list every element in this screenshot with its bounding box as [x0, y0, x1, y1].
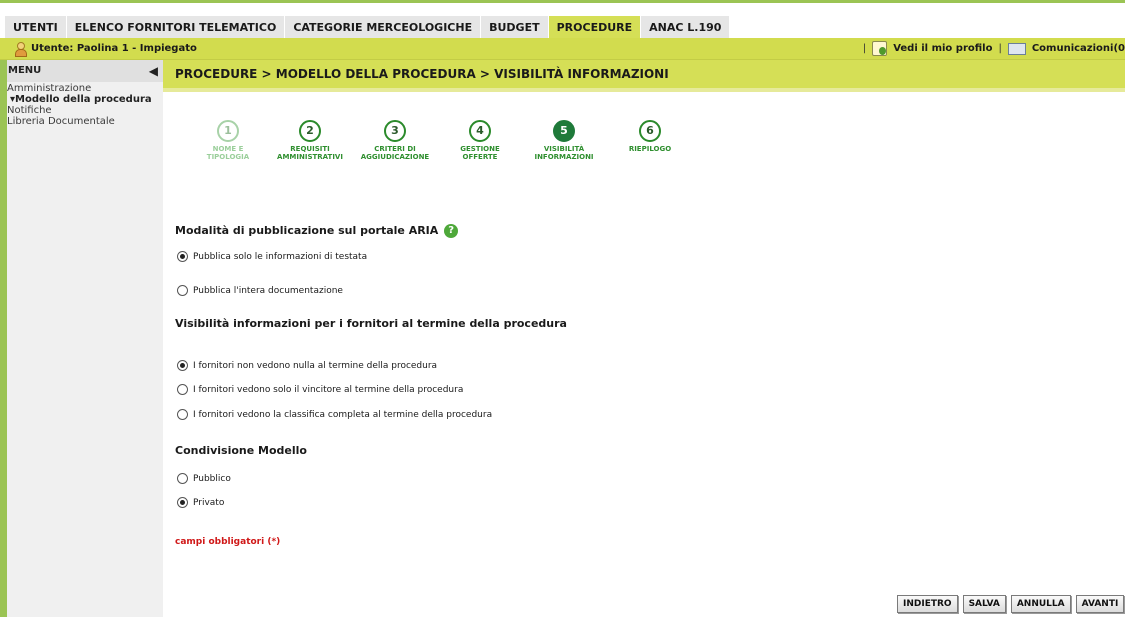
top-navigation: UTENTI ELENCO FORNITORI TELEMATICO CATEG… [0, 0, 1125, 40]
sidebar-item-modello-procedura[interactable]: ▾Modello della procedura [7, 94, 163, 105]
tab-anac[interactable]: ANAC L.190 [641, 16, 731, 40]
user-label: Utente: Paolina 1 - Impiegato [31, 43, 197, 54]
radio-option-private[interactable]: Privato [177, 497, 224, 508]
radio-option-publish-all[interactable]: Pubblica l'intera documentazione [177, 285, 343, 296]
required-fields-note: campi obbligatori (*) [175, 537, 281, 547]
step-5[interactable]: 5 VISIBILITÀ INFORMAZIONI [529, 120, 599, 161]
collapse-arrow-icon[interactable]: ◀ [149, 60, 158, 82]
publication-section-title: Modalità di pubblicazione sul portale AR… [175, 224, 459, 238]
user-info: Utente: Paolina 1 - Impiegato [14, 42, 197, 57]
breadcrumb: PROCEDURE > MODELLO DELLA PROCEDURA > VI… [163, 60, 1125, 92]
separator: | [862, 43, 867, 54]
sharing-section-title: Condivisione Modello [175, 444, 307, 457]
radio-button[interactable] [177, 360, 188, 371]
sidebar-item-amministrazione[interactable]: Amministrazione [7, 83, 163, 94]
step-label: REQUISITI AMMINISTRATIVI [277, 145, 343, 161]
radio-option-see-winner[interactable]: I fornitori vedono solo il vincitore al … [177, 384, 463, 395]
tab-budget[interactable]: BUDGET [481, 16, 549, 40]
separator: | [998, 43, 1002, 54]
communications-link[interactable]: Comunicazioni(0 [1032, 43, 1125, 54]
back-button[interactable]: INDIETRO [897, 595, 958, 613]
radio-option-see-nothing[interactable]: I fornitori non vedono nulla al termine … [177, 360, 437, 371]
sidebar-menu: Amministrazione ▾Modello della procedura… [7, 82, 163, 127]
step-label: VISIBILITÀ INFORMAZIONI [534, 145, 594, 161]
step-number: 2 [299, 120, 321, 142]
sidebar-item-notifiche[interactable]: Notifiche [7, 105, 163, 116]
sidebar: MENU ◀ Amministrazione ▾Modello della pr… [0, 60, 163, 617]
profile-icon[interactable] [872, 41, 888, 56]
mail-icon[interactable] [1007, 42, 1026, 55]
radio-button[interactable] [177, 473, 188, 484]
action-buttons: INDIETRO SALVA ANNULLA AVANTI [897, 595, 1125, 613]
radio-button[interactable] [177, 384, 188, 395]
tab-procedure[interactable]: PROCEDURE [548, 16, 642, 40]
sidebar-item-libreria-documentale[interactable]: Libreria Documentale [7, 116, 163, 127]
step-number: 4 [469, 120, 491, 142]
tab-categorie-merceologiche[interactable]: CATEGORIE MERCEOLOGICHE [285, 16, 482, 40]
menu-title: MENU [8, 65, 42, 76]
step-label: RIEPILOGO [628, 145, 672, 153]
step-1[interactable]: 1 NOME E TIPOLOGIA [193, 120, 263, 161]
save-button[interactable]: SALVA [962, 595, 1006, 613]
radio-option-publish-header[interactable]: Pubblica solo le informazioni di testata [177, 251, 367, 262]
step-3[interactable]: 3 CRITERI DI AGGIUDICAZIONE [360, 120, 430, 161]
step-label: CRITERI DI AGGIUDICAZIONE [360, 145, 430, 161]
step-number: 6 [639, 120, 661, 142]
step-number: 3 [384, 120, 406, 142]
step-label: NOME E TIPOLOGIA [206, 145, 250, 161]
profile-link[interactable]: Vedi il mio profilo [893, 43, 992, 54]
visibility-section-title: Visibilità informazioni per i fornitori … [175, 317, 567, 330]
radio-option-see-ranking[interactable]: I fornitori vedono la classifica complet… [177, 409, 492, 420]
user-links: | Vedi il mio profilo | Comunicazioni(0 [863, 41, 1125, 56]
user-icon [14, 42, 27, 57]
radio-button[interactable] [177, 285, 188, 296]
step-6[interactable]: 6 RIEPILOGO [615, 120, 685, 153]
cancel-button[interactable]: ANNULLA [1010, 595, 1071, 613]
user-bar: Utente: Paolina 1 - Impiegato | Vedi il … [0, 38, 1125, 60]
step-4[interactable]: 4 GESTIONE OFFERTE [445, 120, 515, 161]
step-number: 5 [553, 120, 575, 142]
step-2[interactable]: 2 REQUISITI AMMINISTRATIVI [275, 120, 345, 161]
tab-elenco-fornitori[interactable]: ELENCO FORNITORI TELEMATICO [66, 16, 286, 40]
step-number: 1 [217, 120, 239, 142]
step-label: GESTIONE OFFERTE [460, 145, 500, 161]
main-tabs: UTENTI ELENCO FORNITORI TELEMATICO CATEG… [5, 16, 731, 40]
tab-utenti[interactable]: UTENTI [5, 16, 67, 40]
radio-option-public[interactable]: Pubblico [177, 473, 231, 484]
wizard-steps: 1 NOME E TIPOLOGIA 2 REQUISITI AMMINISTRAT… [185, 120, 705, 180]
radio-button[interactable] [177, 497, 188, 508]
next-button[interactable]: AVANTI [1075, 595, 1125, 613]
help-icon[interactable]: ? [444, 224, 459, 238]
radio-button[interactable] [177, 251, 188, 262]
radio-button[interactable] [177, 409, 188, 420]
menu-header: MENU ◀ [7, 60, 163, 82]
